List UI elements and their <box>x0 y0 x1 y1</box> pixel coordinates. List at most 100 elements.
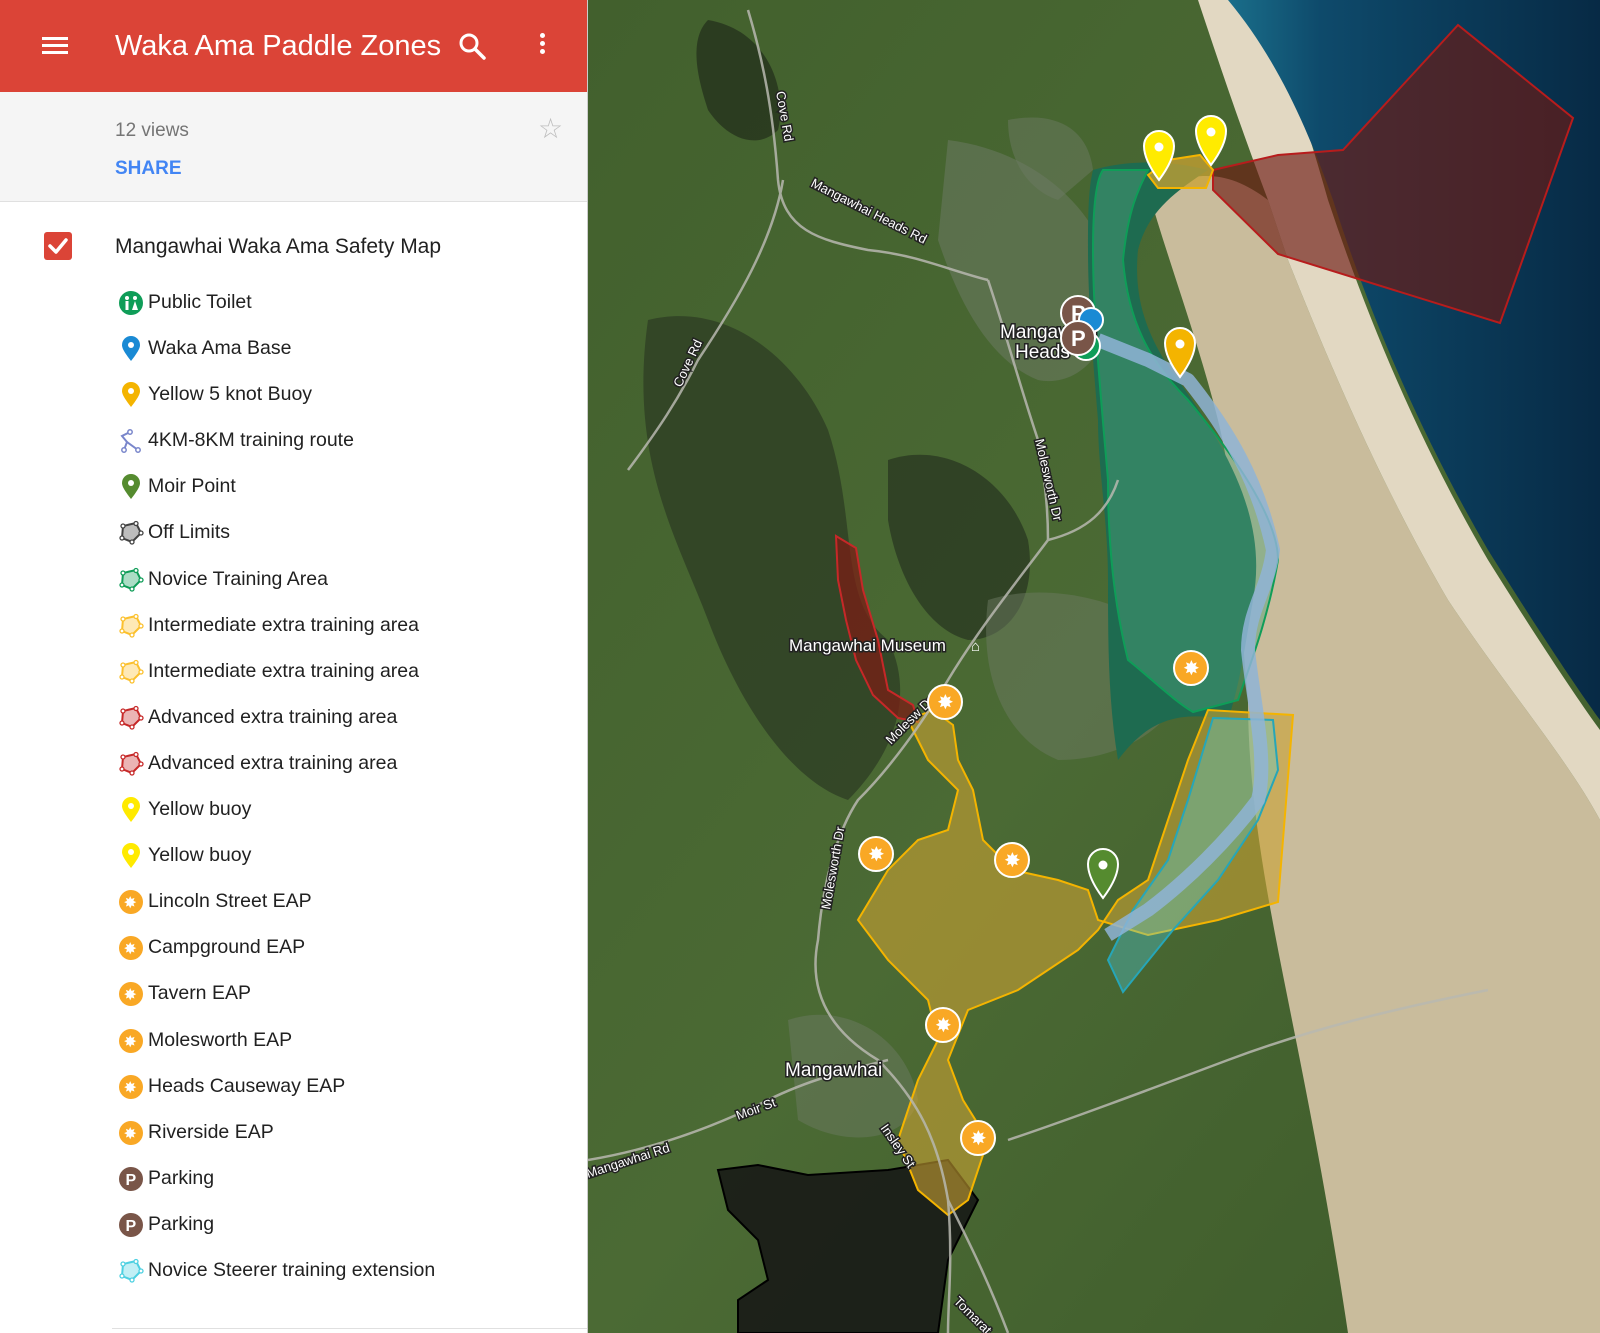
svg-text:P: P <box>126 1218 137 1235</box>
svg-text:✸: ✸ <box>868 844 885 866</box>
legend-item[interactable]: ✸ Campground EAP <box>118 931 578 977</box>
star-icon[interactable]: ☆ <box>538 112 563 145</box>
polygon-icon <box>118 705 144 731</box>
legend-item[interactable]: P Parking <box>118 1208 578 1254</box>
legend-item[interactable]: ✸ Tavern EAP <box>118 977 578 1023</box>
legend-item-label: Lincoln Street EAP <box>148 890 312 913</box>
legend-item[interactable]: Advanced extra training area <box>118 701 578 747</box>
search-icon[interactable] <box>458 32 488 62</box>
more-options-icon[interactable] <box>530 30 554 64</box>
legend-item-label: 4KM-8KM training route <box>148 429 354 452</box>
menu-icon[interactable] <box>42 34 70 58</box>
view-count: 12 views <box>115 120 189 141</box>
legend-item[interactable]: Novice Training Area <box>118 563 578 609</box>
legend-item-label: Intermediate extra training area <box>148 613 419 636</box>
legend-item-label: Yellow buoy <box>148 798 252 821</box>
parking-icon: P <box>118 1212 144 1238</box>
legend-item[interactable]: Public Toilet <box>118 286 578 332</box>
legend-item[interactable]: Yellow 5 knot Buoy <box>118 378 578 424</box>
legend-item[interactable]: Intermediate extra training area <box>118 655 578 701</box>
legend-item-label: Campground EAP <box>148 936 306 959</box>
yellow-pin-icon <box>118 797 144 823</box>
eap-icon: ✸ <box>118 1120 144 1146</box>
legend-item-label: Heads Causeway EAP <box>148 1074 346 1097</box>
svg-text:✸: ✸ <box>970 1128 987 1150</box>
svg-text:✸: ✸ <box>937 692 954 714</box>
toilet-icon <box>118 290 144 316</box>
legend-item[interactable]: Waka Ama Base <box>118 332 578 378</box>
svg-text:✸: ✸ <box>124 985 137 1004</box>
route-line-icon <box>118 428 144 454</box>
legend-item[interactable]: ✸ Molesworth EAP <box>118 1024 578 1070</box>
legend-item[interactable]: Yellow buoy <box>118 839 578 885</box>
eap-icon: ✸ <box>118 1028 144 1054</box>
legend-item-label: Moir Point <box>148 475 236 498</box>
legend-item[interactable]: Novice Steerer training extension <box>118 1254 578 1300</box>
legend-list: Public Toilet Waka Ama Base Yellow 5 knot … <box>118 286 578 1300</box>
legend-item[interactable]: Yellow buoy <box>118 793 578 839</box>
parking-icon: P <box>118 1166 144 1192</box>
orange-pin-icon <box>118 382 144 408</box>
legend-item[interactable]: Advanced extra training area <box>118 747 578 793</box>
legend-item[interactable]: 4KM-8KM training route <box>118 424 578 470</box>
svg-text:✸: ✸ <box>1183 658 1200 680</box>
legend-item-label: Public Toilet <box>148 291 252 313</box>
legend-item-label: Advanced extra training area <box>148 705 398 728</box>
eap-marker[interactable]: ✸ <box>925 1007 961 1043</box>
sidebar-panel: Waka Ama Paddle Zones 12 views SHARE ☆ M… <box>0 0 588 1333</box>
polygon-icon <box>118 567 144 593</box>
eap-marker[interactable]: ✸ <box>858 836 894 872</box>
eap-marker[interactable]: ✸ <box>1173 650 1209 686</box>
polygon-icon <box>118 520 144 546</box>
eap-marker[interactable]: ✸ <box>960 1120 996 1156</box>
legend-item-label: Riverside EAP <box>148 1120 274 1143</box>
svg-text:✸: ✸ <box>124 1078 137 1097</box>
green-pin-icon <box>118 474 144 500</box>
svg-text:✸: ✸ <box>124 893 137 912</box>
legend-item[interactable]: P Parking <box>118 1162 578 1208</box>
legend-item-label: Advanced extra training area <box>148 751 398 774</box>
legend-item[interactable]: ✸ Riverside EAP <box>118 1116 578 1162</box>
layer-title: Mangawhai Waka Ama Safety Map <box>115 235 442 258</box>
share-button[interactable]: SHARE <box>115 158 182 180</box>
yellow-pin-icon <box>118 843 144 869</box>
legend-item-label: Novice Training Area <box>148 567 328 590</box>
svg-text:✸: ✸ <box>1004 850 1021 872</box>
legend-item-label: Parking <box>148 1212 215 1235</box>
legend-item[interactable]: Off Limits <box>118 516 578 562</box>
eap-marker[interactable]: ✸ <box>994 842 1030 878</box>
layer-checkbox[interactable] <box>44 232 72 260</box>
map-label-museum: Mangawhai Museum <box>789 636 946 655</box>
parking-marker[interactable]: P <box>1060 320 1096 356</box>
svg-text:✸: ✸ <box>124 939 137 958</box>
legend-item[interactable]: Intermediate extra training area <box>118 609 578 655</box>
polygon-icon <box>118 613 144 639</box>
legend-item[interactable]: ✸ Lincoln Street EAP <box>118 885 578 931</box>
eap-icon: ✸ <box>118 1074 144 1100</box>
legend-item-label: Yellow 5 knot Buoy <box>148 383 313 406</box>
legend-item[interactable]: Moir Point <box>118 470 578 516</box>
blue-pin-icon <box>118 336 144 362</box>
divider <box>112 1328 587 1329</box>
svg-text:✸: ✸ <box>124 1032 137 1051</box>
legend-item-label: Waka Ama Base <box>148 337 292 360</box>
legend-item-label: Off Limits <box>148 521 230 544</box>
legend-item-label: Yellow buoy <box>148 844 252 867</box>
svg-text:P: P <box>1071 326 1086 351</box>
map-label-town: Mangawhai <box>785 1060 882 1081</box>
eap-icon: ✸ <box>118 981 144 1007</box>
eap-icon: ✸ <box>118 935 144 961</box>
legend-item-label: Tavern EAP <box>148 982 251 1005</box>
app-header: Waka Ama Paddle Zones <box>0 0 587 92</box>
polygon-icon <box>118 1258 144 1284</box>
legend-item-label: Parking <box>148 1166 215 1189</box>
polygon-icon <box>118 751 144 777</box>
legend-item-label: Novice Steerer training extension <box>148 1258 436 1281</box>
app-window: Waka Ama Paddle Zones 12 views SHARE ☆ M… <box>0 0 1600 1333</box>
eap-marker[interactable]: ✸ <box>927 684 963 720</box>
eap-icon: ✸ <box>118 889 144 915</box>
map-canvas[interactable]: Mangawhai Heads Mangawhai Mangawhai Muse… <box>588 0 1600 1333</box>
legend-item[interactable]: ✸ Heads Causeway EAP <box>118 1070 578 1116</box>
svg-text:P: P <box>126 1172 137 1189</box>
svg-text:✸: ✸ <box>124 1124 137 1143</box>
